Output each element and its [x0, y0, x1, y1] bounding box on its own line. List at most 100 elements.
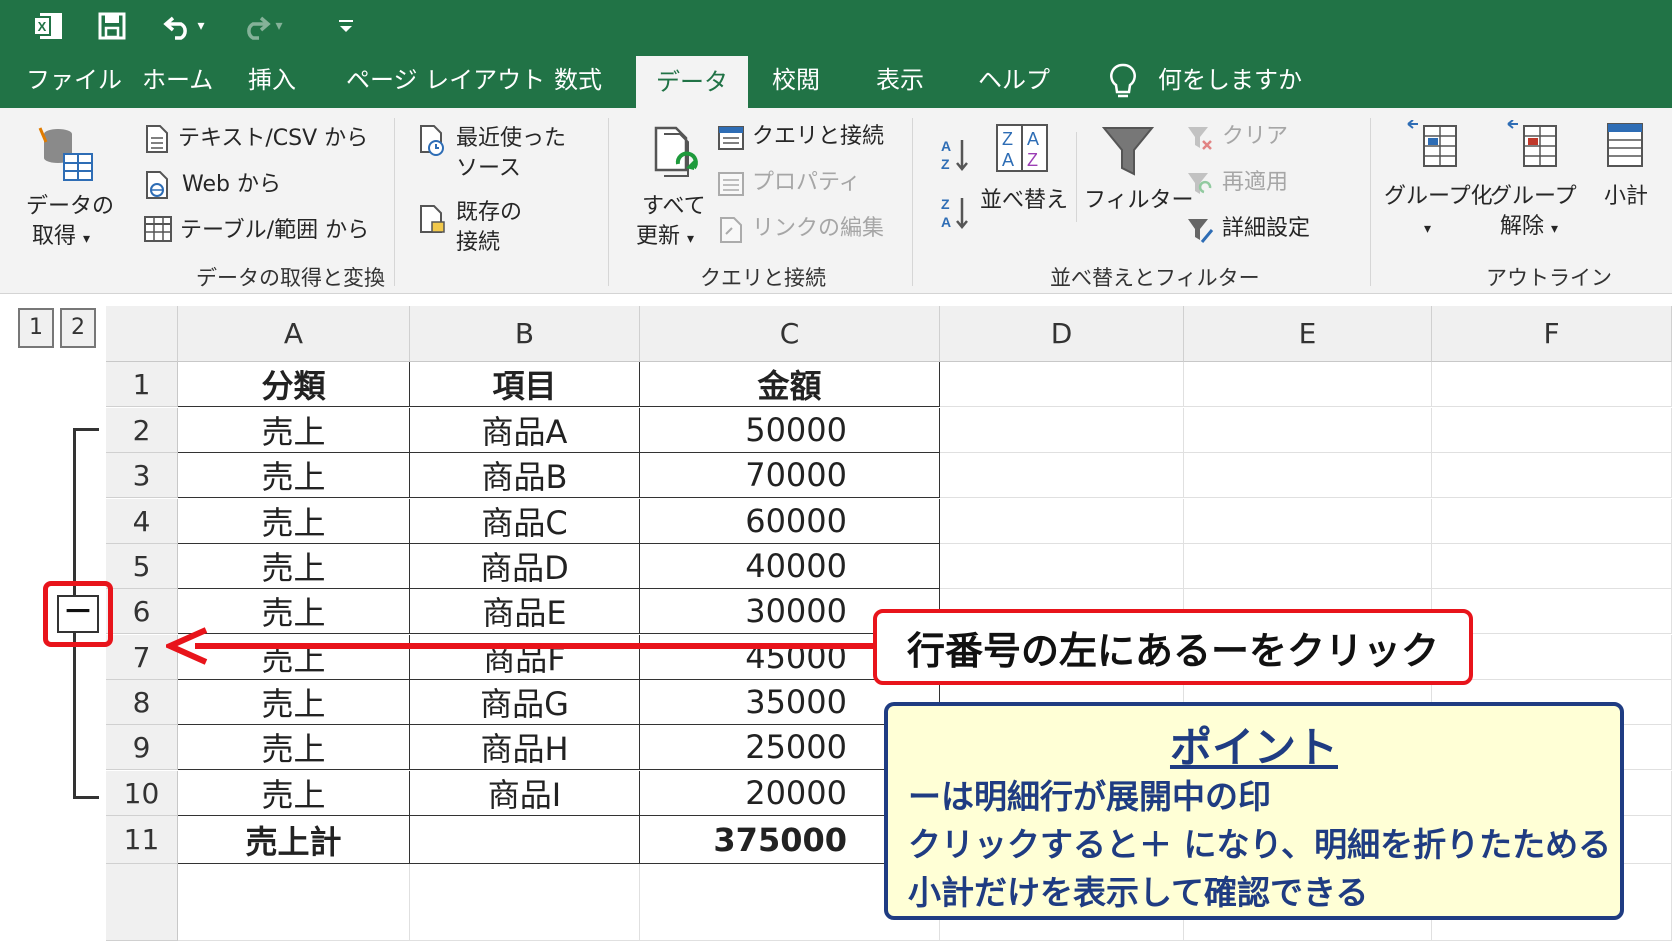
- cell-f2[interactable]: [1432, 408, 1672, 453]
- cell-f3[interactable]: [1432, 453, 1672, 498]
- clear-button[interactable]: クリア: [1222, 122, 1288, 152]
- cell-b9[interactable]: 商品H: [410, 725, 640, 770]
- ungroup-line2[interactable]: 解除 ▾: [1500, 212, 1558, 244]
- advanced-button[interactable]: 詳細設定: [1222, 214, 1310, 244]
- cell-d4[interactable]: [940, 499, 1184, 544]
- queries-connections-button[interactable]: クエリと接続: [752, 122, 884, 152]
- tab-help[interactable]: ヘルプ: [978, 52, 1050, 108]
- cell-e5[interactable]: [1184, 544, 1432, 589]
- cell-a3[interactable]: 売上: [178, 453, 410, 498]
- cell-b6[interactable]: 商品E: [410, 589, 640, 634]
- cell-e2[interactable]: [1184, 408, 1432, 453]
- cell-f4[interactable]: [1432, 499, 1672, 544]
- group-dropdown-icon[interactable]: ▾: [1424, 214, 1431, 244]
- outline-level-2-button[interactable]: 2: [60, 308, 96, 348]
- refresh-all-line2[interactable]: 更新 ▾: [636, 222, 694, 254]
- edit-links-button[interactable]: リンクの編集: [752, 214, 884, 244]
- tab-data[interactable]: データ: [636, 56, 748, 108]
- filter-button[interactable]: フィルター: [1084, 186, 1194, 216]
- cell-a9[interactable]: 売上: [178, 725, 410, 770]
- subtotal-button[interactable]: 小計: [1604, 182, 1648, 212]
- customize-icon[interactable]: [334, 8, 358, 44]
- recent-sources-line2[interactable]: ソース: [456, 154, 521, 184]
- undo-icon[interactable]: ▾: [156, 8, 212, 44]
- cell-a2[interactable]: 売上: [178, 408, 410, 453]
- tab-formulas[interactable]: 数式: [554, 52, 602, 108]
- cell-b7[interactable]: 商品F: [410, 635, 640, 680]
- cell-a8[interactable]: 売上: [178, 680, 410, 725]
- cell-c1[interactable]: 金額: [640, 362, 940, 407]
- existing-connections-line2[interactable]: 接続: [456, 228, 500, 258]
- cell-f5[interactable]: [1432, 544, 1672, 589]
- refresh-all-line1[interactable]: すべて: [642, 192, 706, 222]
- row-header-1[interactable]: 1: [106, 362, 178, 407]
- cell-d2[interactable]: [940, 408, 1184, 453]
- get-data-button-line1[interactable]: データの: [26, 192, 114, 222]
- save-icon[interactable]: [94, 8, 130, 44]
- cell-b8[interactable]: 商品G: [410, 680, 640, 725]
- collapse-minus-button[interactable]: －: [57, 595, 99, 633]
- ungroup-line1[interactable]: グループ: [1490, 182, 1577, 212]
- cell-e3[interactable]: [1184, 453, 1432, 498]
- tab-page-layout[interactable]: ページ レイアウト: [346, 52, 545, 108]
- get-data-button-line2[interactable]: 取得 ▾: [32, 222, 90, 254]
- column-header-f[interactable]: F: [1432, 306, 1672, 362]
- cell-b1[interactable]: 項目: [410, 362, 640, 407]
- cell-e1[interactable]: [1184, 362, 1432, 407]
- cell-d1[interactable]: [940, 362, 1184, 407]
- group-button[interactable]: グループ化: [1384, 182, 1493, 212]
- row-header-10[interactable]: 10: [106, 771, 178, 816]
- cell-a10[interactable]: 売上: [178, 771, 410, 816]
- cell-b4[interactable]: 商品C: [410, 499, 640, 544]
- row-header-12[interactable]: [106, 864, 178, 941]
- cell-c4[interactable]: 60000: [640, 499, 940, 544]
- tell-me-search[interactable]: 何をしますか: [1158, 52, 1302, 108]
- select-all-corner[interactable]: [106, 306, 178, 362]
- tab-home[interactable]: ホーム: [142, 52, 213, 108]
- cell-c2[interactable]: 50000: [640, 408, 940, 453]
- cell-a1[interactable]: 分類: [178, 362, 410, 407]
- cell-e4[interactable]: [1184, 499, 1432, 544]
- cell-a11[interactable]: 売上計: [178, 816, 410, 864]
- tab-file[interactable]: ファイル: [26, 52, 122, 108]
- cell-a12[interactable]: [178, 864, 410, 941]
- cell-a4[interactable]: 売上: [178, 499, 410, 544]
- cell-d3[interactable]: [940, 453, 1184, 498]
- row-header-3[interactable]: 3: [106, 453, 178, 498]
- column-header-a[interactable]: A: [178, 306, 410, 362]
- row-header-4[interactable]: 4: [106, 499, 178, 544]
- outline-level-1-button[interactable]: 1: [18, 308, 54, 348]
- cell-c3[interactable]: 70000: [640, 453, 940, 498]
- existing-connections-line1[interactable]: 既存の: [456, 198, 522, 228]
- column-header-d[interactable]: D: [940, 306, 1184, 362]
- cell-b5[interactable]: 商品D: [410, 544, 640, 589]
- tab-insert[interactable]: 挿入: [248, 52, 296, 108]
- tab-review[interactable]: 校閲: [772, 52, 820, 108]
- cell-b10[interactable]: 商品I: [410, 771, 640, 816]
- cell-b12[interactable]: [410, 864, 640, 941]
- properties-button[interactable]: プロパティ: [752, 168, 861, 198]
- row-header-5[interactable]: 5: [106, 544, 178, 589]
- from-table-range-button[interactable]: テーブル/範囲 から: [180, 216, 369, 246]
- reapply-button[interactable]: 再適用: [1222, 168, 1288, 198]
- row-header-9[interactable]: 9: [106, 725, 178, 770]
- cell-a5[interactable]: 売上: [178, 544, 410, 589]
- sort-button[interactable]: 並べ替え: [980, 186, 1068, 216]
- from-web-button[interactable]: Web から: [182, 170, 281, 200]
- cell-b3[interactable]: 商品B: [410, 453, 640, 498]
- cell-b11[interactable]: [410, 816, 640, 864]
- column-header-c[interactable]: C: [640, 306, 940, 362]
- recent-sources-line1[interactable]: 最近使った: [456, 124, 566, 154]
- cell-a6[interactable]: 売上: [178, 589, 410, 634]
- row-header-2[interactable]: 2: [106, 408, 178, 453]
- from-text-csv-button[interactable]: テキスト/CSV から: [178, 124, 368, 154]
- cell-a7[interactable]: 売上: [178, 635, 410, 680]
- row-header-8[interactable]: 8: [106, 680, 178, 725]
- cell-d5[interactable]: [940, 544, 1184, 589]
- cell-f1[interactable]: [1432, 362, 1672, 407]
- tab-view[interactable]: 表示: [876, 52, 924, 108]
- column-header-b[interactable]: B: [410, 306, 640, 362]
- redo-icon[interactable]: ▾: [234, 8, 290, 44]
- cell-b2[interactable]: 商品A: [410, 408, 640, 453]
- column-header-e[interactable]: E: [1184, 306, 1432, 362]
